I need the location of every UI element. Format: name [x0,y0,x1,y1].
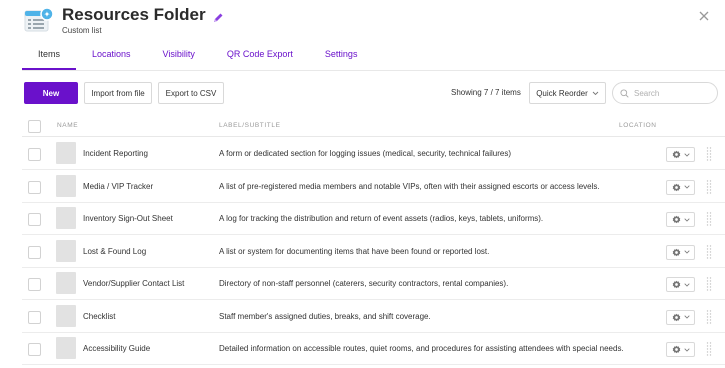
folder-list-icon: ✦ [24,7,54,35]
item-thumbnail [56,174,76,197]
close-icon[interactable] [697,9,711,23]
row-actions-button[interactable] [666,179,695,195]
gear-icon [672,248,680,256]
column-header-name: NAME [57,122,79,129]
gear-icon [672,183,680,191]
item-label: A list of pre-registered media members a… [219,181,600,191]
edit-pencil-icon[interactable] [212,9,224,22]
row-checkbox[interactable] [28,180,41,194]
item-label: Staff member's assigned duties, breaks, … [219,311,431,321]
tab-visibility[interactable]: Visibility [147,48,211,70]
item-thumbnail [56,239,76,262]
page-title-text: Resources Folder [62,5,206,24]
column-header-location: LOCATION [619,122,657,129]
table-row[interactable]: Incident Reporting A form or dedicated s… [22,138,725,170]
new-button[interactable]: New [24,82,78,104]
item-thumbnail [56,337,76,359]
row-actions-button[interactable] [666,309,695,325]
search-input[interactable] [634,88,714,98]
chevron-down-icon [683,185,690,189]
chevron-down-icon [592,91,599,95]
drag-handle-icon[interactable] [706,276,712,292]
item-label: A list or system for documenting items t… [219,246,490,256]
item-label: Detailed information on accessible route… [219,344,624,353]
item-label: Directory of non-staff personnel (catere… [219,279,509,288]
export-to-csv-button[interactable]: Export to CSV [158,82,224,104]
tabs-divider [22,70,725,71]
tab-items[interactable]: Items [22,48,77,70]
search-box [612,82,718,104]
drag-handle-icon[interactable] [706,341,712,357]
gear-icon [672,313,680,321]
tab-settings[interactable]: Settings [309,48,374,70]
row-actions-button[interactable] [666,244,695,260]
row-actions-button[interactable] [666,212,695,227]
drag-handle-icon[interactable] [706,244,712,260]
item-thumbnail [56,272,76,294]
row-actions-button[interactable] [666,342,695,357]
tab-locations[interactable]: Locations [76,48,147,70]
page-title: Resources Folder [62,5,224,25]
chevron-down-icon [683,152,690,157]
item-name: Lost & Found Log [83,246,147,256]
chevron-down-icon [683,217,690,222]
quick-reorder-dropdown[interactable]: Quick Reorder [529,82,606,104]
row-checkbox[interactable] [28,343,41,356]
item-thumbnail [56,142,76,164]
row-checkbox[interactable] [28,278,41,291]
item-name: Vendor/Supplier Contact List [83,279,185,288]
item-thumbnail [56,304,76,327]
item-name: Inventory Sign-Out Sheet [83,214,173,223]
drag-handle-icon[interactable] [706,211,712,227]
drag-handle-icon[interactable] [706,179,712,195]
table-row[interactable]: Checklist Staff member's assigned duties… [22,301,725,333]
table-row[interactable]: Media / VIP Tracker A list of pre-regist… [22,171,725,203]
table-row[interactable]: Accessibility Guide Detailed information… [22,333,725,365]
item-name: Media / VIP Tracker [83,181,154,191]
item-name: Checklist [83,311,116,321]
row-checkbox[interactable] [28,310,41,324]
page-subtitle: Custom list [62,26,102,35]
chevron-down-icon [683,315,690,319]
chevron-down-icon [683,347,690,352]
gear-icon [672,215,680,224]
row-checkbox[interactable] [28,148,41,161]
import-from-file-button[interactable]: Import from file [84,82,152,104]
table-row[interactable]: Vendor/Supplier Contact List Directory o… [22,268,725,300]
gear-icon [672,150,680,159]
gear-icon [672,345,680,354]
item-thumbnail [56,207,76,229]
row-checkbox[interactable] [28,245,41,259]
item-label: A form or dedicated section for logging … [219,149,511,158]
item-name: Accessibility Guide [83,344,151,353]
select-all-checkbox[interactable] [28,120,41,133]
tab-qr-code-export[interactable]: QR Code Export [211,48,309,70]
chevron-down-icon [683,282,690,287]
chevron-down-icon [683,250,690,254]
column-header-label: LABEL/SUBTITLE [219,122,281,129]
table-row[interactable]: Lost & Found Log A list or system for do… [22,236,725,268]
drag-handle-icon[interactable] [706,309,712,325]
item-name: Incident Reporting [83,149,148,158]
row-checkbox[interactable] [28,213,41,226]
table-row[interactable]: Inventory Sign-Out Sheet A log for track… [22,203,725,235]
row-actions-button[interactable] [666,147,695,162]
svg-text:✦: ✦ [44,10,51,19]
item-label: A log for tracking the distribution and … [219,214,544,223]
table-header: NAME LABEL/SUBTITLE LOCATION [22,117,725,137]
tab-bar: Items Locations Visibility QR Code Expor… [22,48,373,70]
item-count-label: Showing 7 / 7 items [451,88,521,97]
gear-icon [672,280,680,289]
search-icon [620,88,629,98]
quick-reorder-label: Quick Reorder [536,88,588,98]
row-actions-button[interactable] [666,277,695,292]
drag-handle-icon[interactable] [706,146,712,162]
